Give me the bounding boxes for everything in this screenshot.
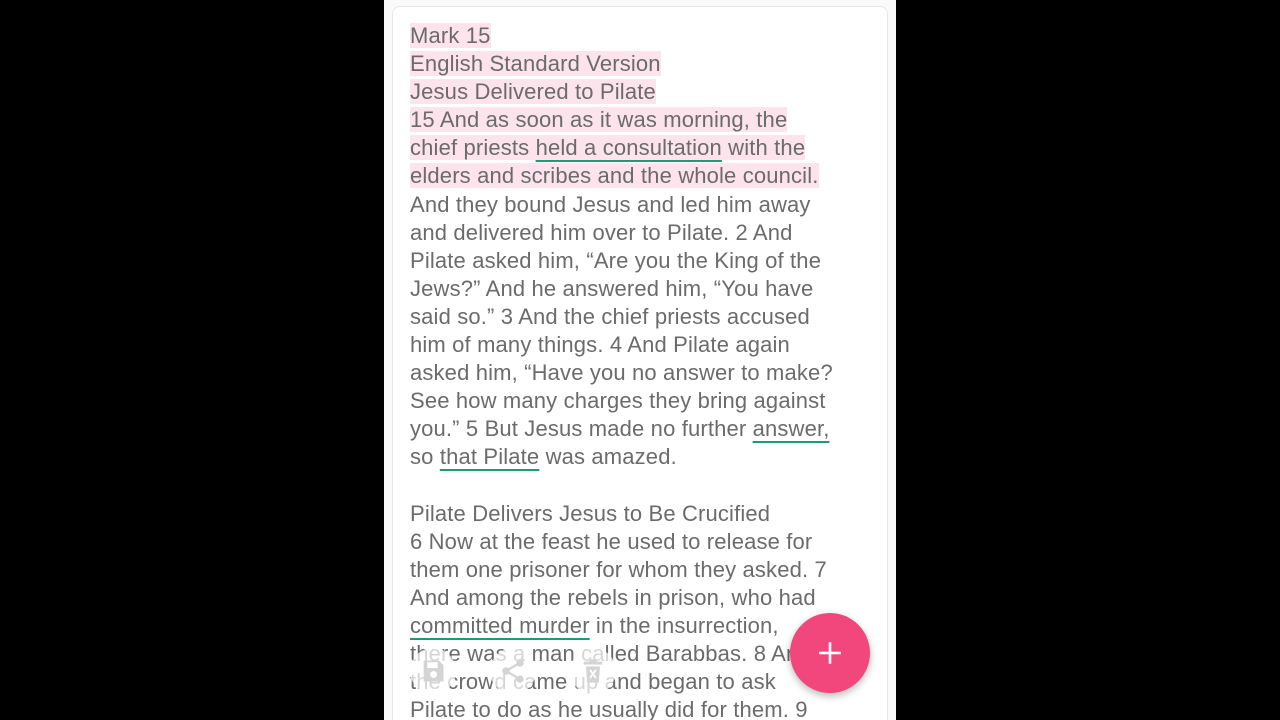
verse-text: with the	[721, 135, 806, 161]
verse-text: in the insurrection,	[589, 612, 779, 638]
underlined-phrase[interactable]: committed murder	[410, 613, 590, 638]
save-button[interactable]	[410, 648, 456, 694]
section-heading: Pilate Delivers Jesus to Be Crucified	[410, 500, 771, 526]
verse-text: 15 And as soon as it was morning, the	[410, 107, 788, 133]
verse-text: elders and scribes and the whole council…	[410, 163, 819, 189]
section-heading: Jesus Delivered to Pilate	[410, 79, 656, 105]
delete-button[interactable]	[570, 648, 616, 694]
phone-screen: Mark 15 English Standard Version Jesus D…	[384, 0, 896, 720]
plus-icon	[819, 642, 841, 664]
underlined-phrase[interactable]: answer,	[753, 416, 830, 441]
note-card: Mark 15 English Standard Version Jesus D…	[392, 6, 888, 720]
share-icon	[502, 659, 524, 683]
underlined-phrase[interactable]: held a consultation	[536, 135, 722, 160]
verse-text: you.” 5 But Jesus made no further	[410, 416, 753, 442]
verse-text: chief priests	[410, 135, 536, 161]
verse-text: Jews?” And he answered him, “You have	[410, 275, 814, 301]
verse-text: Pilate asked him, “Are you the King of t…	[410, 247, 822, 273]
note-line: elders and scribes and the whole council…	[410, 162, 880, 190]
share-button[interactable]	[490, 648, 536, 694]
note-body[interactable]: Mark 15 English Standard Version Jesus D…	[410, 22, 880, 720]
note-title: Mark 15	[410, 23, 491, 48]
bottom-toolbar	[410, 648, 650, 694]
verse-text: so	[410, 444, 440, 470]
trash-icon	[583, 659, 603, 683]
verse-text: asked him, “Have you no answer to make?	[410, 360, 833, 386]
verse-text: chief priests held a consultation with t…	[410, 135, 806, 161]
verse-text: See how many charges they bring against	[410, 388, 826, 414]
note-line: you.” 5 But Jesus made no further answer…	[410, 415, 880, 443]
note-line: Mark 15	[410, 22, 880, 50]
verse-text: 6 Now at the feast he used to release fo…	[410, 528, 813, 554]
bible-version: English Standard Version	[410, 51, 661, 77]
add-note-button[interactable]	[790, 613, 870, 693]
save-icon	[423, 660, 444, 682]
underlined-phrase[interactable]: that Pilate	[440, 444, 540, 469]
verse-text: Pilate to do as he usually did for them.…	[410, 697, 808, 720]
verse-text: And they bound Jesus and led him away	[410, 191, 811, 217]
verse-text: and delivered him over to Pilate. 2 And	[410, 219, 793, 245]
note-line: chief priests held a consultation with t…	[410, 134, 880, 162]
note-line: English Standard Version	[410, 50, 880, 78]
verse-text: them one prisoner for whom they asked. 7	[410, 556, 827, 582]
verse-text: him of many things. 4 And Pilate again	[410, 332, 790, 358]
verse-text: was amazed.	[539, 444, 677, 470]
note-line: so that Pilate was amazed.	[410, 443, 880, 471]
verse-text: And among the rebels in prison, who had	[410, 584, 816, 610]
note-line: 15 And as soon as it was morning, the	[410, 106, 880, 134]
note-line: Jesus Delivered to Pilate	[410, 78, 880, 106]
verse-text: said so.” 3 And the chief priests accuse…	[410, 303, 810, 329]
